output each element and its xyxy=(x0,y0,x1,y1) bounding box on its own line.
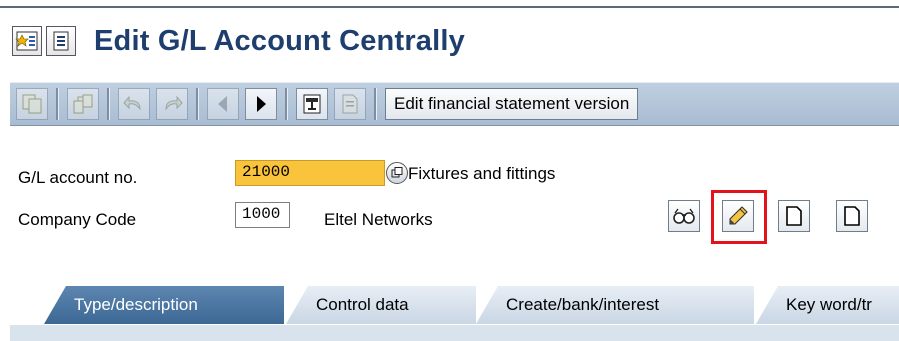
tab-label: Control data xyxy=(316,295,409,314)
tab-create-bank-interest[interactable]: Create/bank/interest xyxy=(476,286,754,324)
application-toolbar: Edit financial statement version xyxy=(10,82,899,126)
title-bar: Edit G/L Account Centrally xyxy=(12,20,465,62)
company-code-input[interactable]: 1000 xyxy=(235,202,290,228)
gl-account-description: Fixtures and fittings xyxy=(408,164,556,183)
previous-icon xyxy=(218,96,227,112)
account-detail-button[interactable] xyxy=(386,162,408,184)
print-button[interactable] xyxy=(296,88,328,120)
gl-account-label: G/L account no. xyxy=(18,168,138,187)
redo-icon xyxy=(165,95,183,111)
edit-financial-statement-version-button[interactable]: Edit financial statement version xyxy=(385,88,639,120)
document-button[interactable] xyxy=(334,88,366,120)
create-with-reference-icon xyxy=(844,206,860,226)
toolbar-separator xyxy=(56,88,59,120)
edit-button-highlight xyxy=(711,190,767,244)
menu-list-icon[interactable] xyxy=(46,26,76,56)
window-detail-icon xyxy=(391,167,403,178)
undo-button[interactable] xyxy=(118,88,150,120)
tab-label: Key word/tr xyxy=(786,295,872,314)
next-button[interactable] xyxy=(245,88,277,120)
gl-account-row: G/L account no. xyxy=(18,168,137,188)
copy-button[interactable] xyxy=(16,88,48,120)
tab-content-area xyxy=(10,324,899,341)
toolbar-separator xyxy=(374,88,377,120)
tab-control-data[interactable]: Control data xyxy=(286,286,476,324)
tab-label: Create/bank/interest xyxy=(506,295,660,314)
document-icon xyxy=(342,94,358,114)
window-top-edge xyxy=(0,0,899,8)
copy-structure-button[interactable] xyxy=(67,88,99,120)
toolbar-separator xyxy=(285,88,288,120)
print-icon xyxy=(303,94,321,114)
tab-key-word[interactable]: Key word/tr xyxy=(756,286,899,324)
copy-structure-icon xyxy=(73,94,93,114)
company-code-label: Company Code xyxy=(18,210,137,229)
gl-account-input[interactable]: 21000 xyxy=(235,160,385,186)
page-title: Edit G/L Account Centrally xyxy=(94,24,465,57)
create-with-reference-button[interactable] xyxy=(836,200,868,232)
company-code-row: Company Code xyxy=(18,210,136,230)
previous-button[interactable] xyxy=(207,88,239,120)
undo-icon xyxy=(123,95,141,111)
display-button[interactable] xyxy=(668,200,700,232)
toolbar-separator xyxy=(107,88,110,120)
create-icon xyxy=(786,206,802,226)
company-code-description: Eltel Networks xyxy=(324,210,433,229)
tab-label: Type/description xyxy=(74,295,198,314)
create-button[interactable] xyxy=(778,200,810,232)
redo-button[interactable] xyxy=(156,88,188,120)
display-icon xyxy=(673,208,695,224)
tab-type-description[interactable]: Type/description xyxy=(44,286,284,324)
copy-icon xyxy=(22,94,42,114)
next-icon xyxy=(257,96,266,112)
toolbar-separator xyxy=(196,88,199,120)
menu-favorites-icon[interactable] xyxy=(12,26,42,56)
title-icon-group xyxy=(12,26,76,56)
